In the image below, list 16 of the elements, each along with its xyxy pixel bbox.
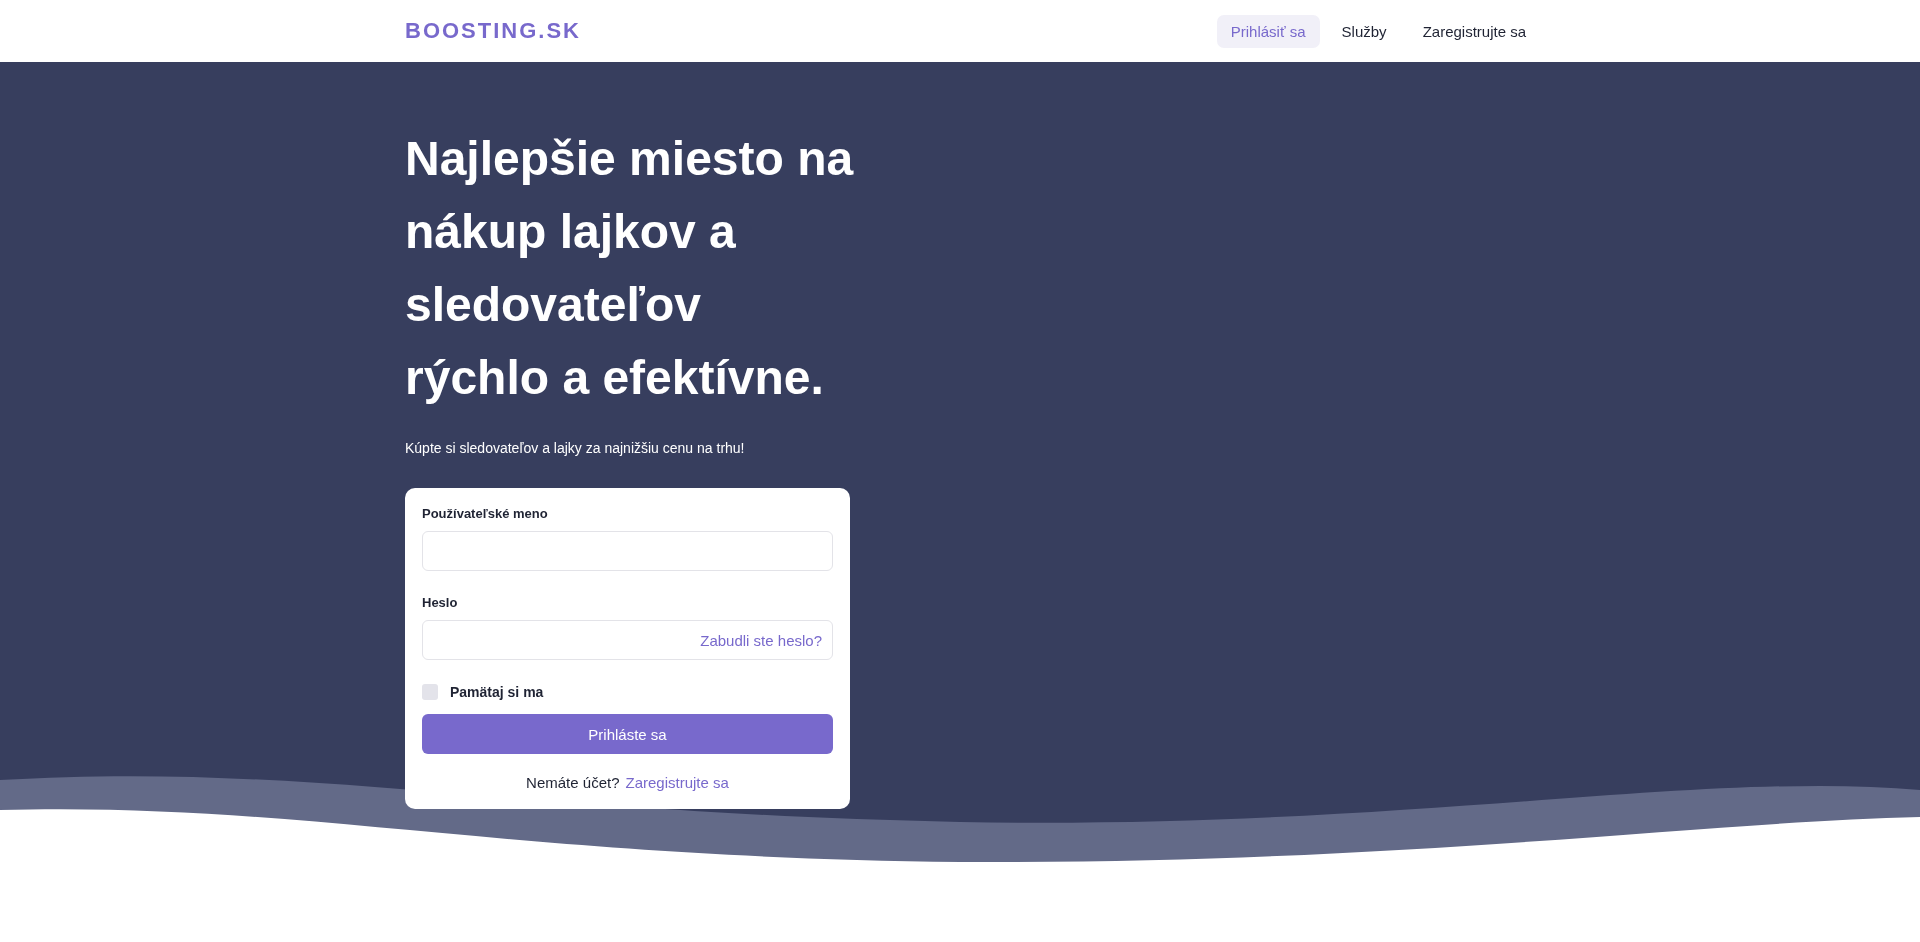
field-label: Heslo	[422, 595, 459, 610]
nav-link[interactable]: Prihlásiť sa	[1216, 14, 1320, 48]
hero-title: Najlepšie miesto na nákup lajkov a sledovateľov rýchlo a efektívne.	[405, 131, 855, 406]
hero-subtitle: Kúpte si sledovateľov a lajky za najnižšiu cenu na trhu!	[405, 440, 746, 456]
checkbox[interactable]	[422, 684, 438, 700]
forgot-password-link[interactable]: Zabudli ste heslo?	[700, 631, 822, 649]
nav-link[interactable]: Zaregistrujte sa	[1408, 14, 1540, 48]
checkbox-label: Pamätaj si ma	[450, 684, 544, 700]
username-field[interactable]	[422, 531, 833, 571]
nav-link[interactable]: Služby	[1327, 14, 1401, 48]
signup-link[interactable]: Zaregistrujte sa	[625, 774, 729, 791]
login-button[interactable]: Prihláste sa	[422, 714, 833, 754]
password-field[interactable]: Zabudli ste heslo?	[422, 620, 833, 660]
site-logo[interactable]: BOOSTING.SK	[405, 18, 581, 44]
signup-prompt: Nemáte účet?	[526, 774, 620, 791]
field-label: Používateľské meno	[422, 506, 549, 521]
